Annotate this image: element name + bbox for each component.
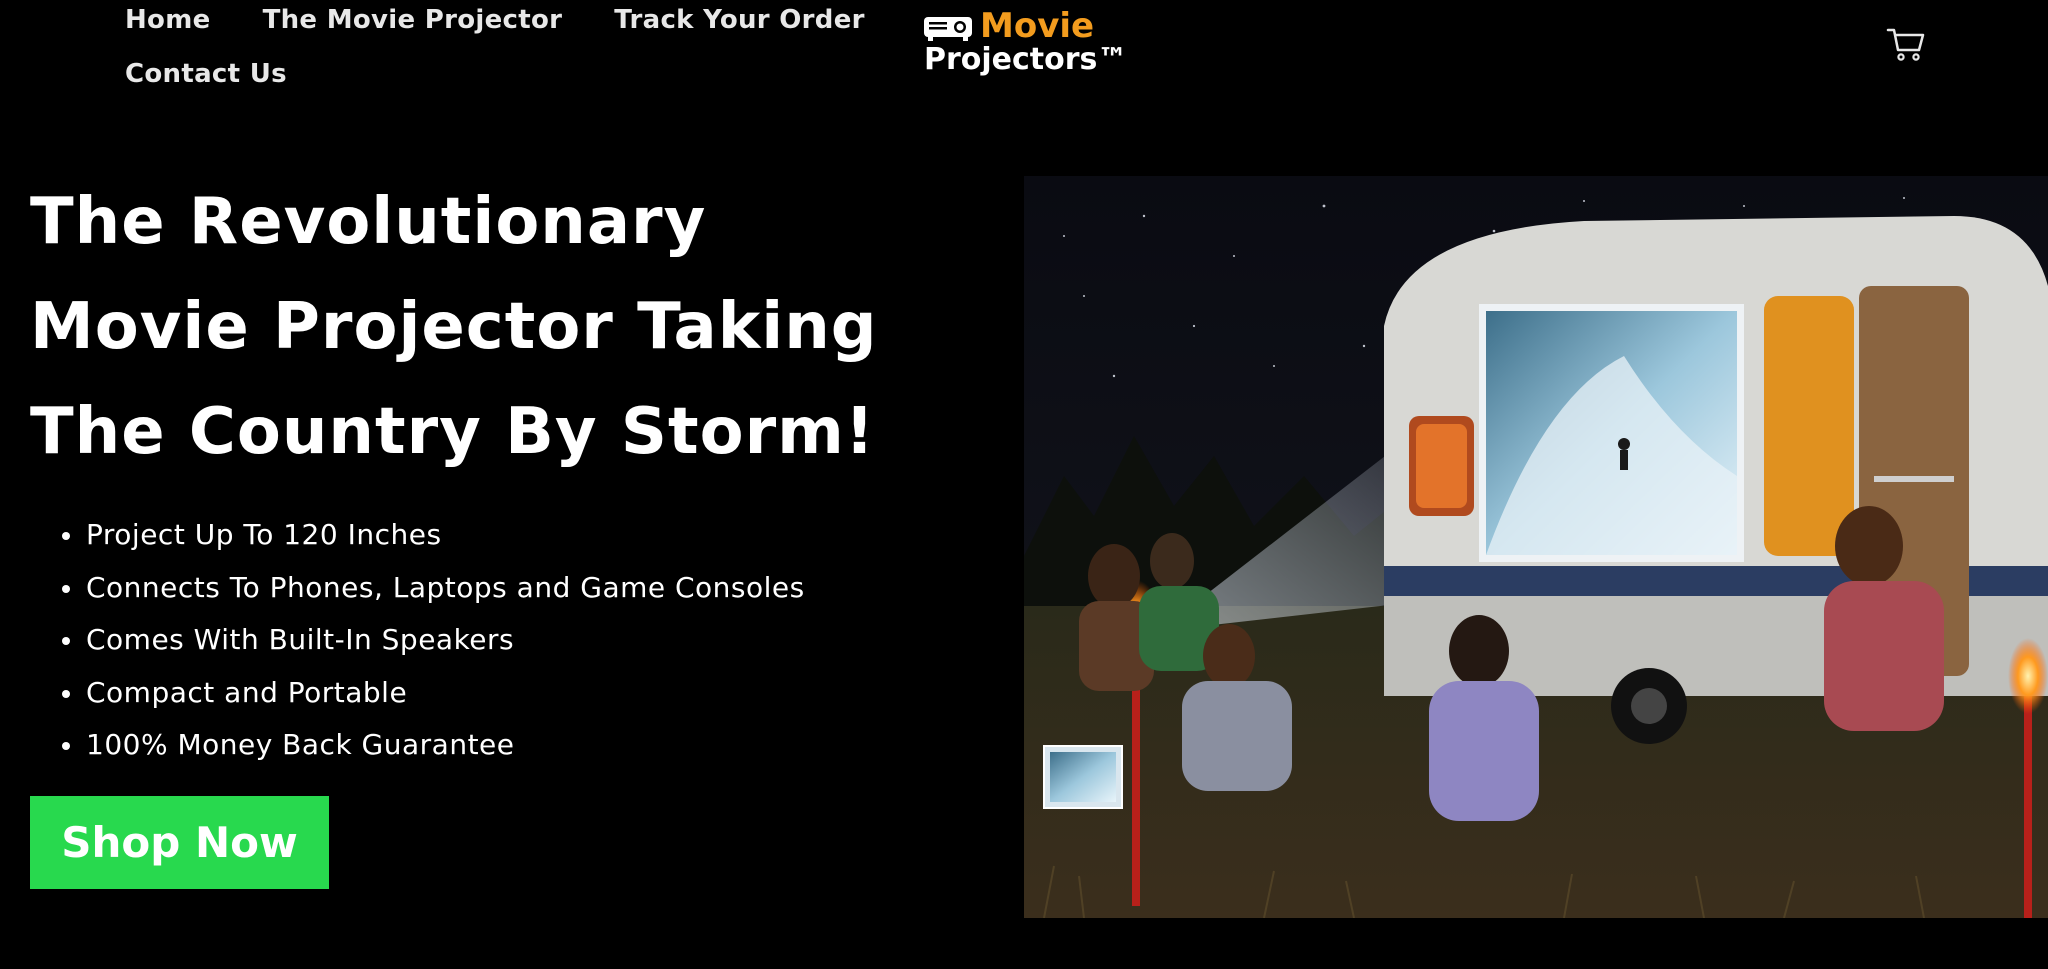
feature-item: Comes With Built-In Speakers: [30, 614, 970, 667]
feature-item: Compact and Portable: [30, 667, 970, 720]
nav-contact-us-link[interactable]: Contact Us: [125, 54, 287, 94]
feature-text: Comes With Built-In Speakers: [86, 623, 515, 656]
bullet-icon: [62, 742, 70, 750]
feature-text: Compact and Portable: [86, 675, 408, 709]
shop-now-button[interactable]: Shop Now: [30, 795, 329, 889]
feature-text: Project Up To 120 Inches: [86, 518, 442, 551]
feature-list: Project Up To 120 Inches Connects To Pho…: [30, 509, 970, 772]
hero-content: The Revolutionary Movie Projector Taking…: [30, 170, 970, 889]
feature-item: 100% Money Back Guarantee: [30, 719, 970, 772]
nav-home-link[interactable]: Home: [125, 0, 211, 40]
nav-movie-projector-link[interactable]: The Movie Projector: [263, 0, 563, 40]
bullet-icon: [62, 689, 70, 698]
bullet-icon: [62, 584, 70, 593]
site-logo[interactable]: Movie Projectors™: [920, 6, 1160, 80]
logo-text-movie: Movie: [980, 6, 1095, 46]
feature-text: 100% Money Back Guarantee: [86, 728, 515, 761]
main-nav: Home The Movie Projector Track Your Orde…: [125, 0, 885, 94]
feature-item: Connects To Phones, Laptops and Game Con…: [30, 562, 970, 615]
nav-track-order-link[interactable]: Track Your Order: [614, 0, 864, 40]
hero-image: [1024, 176, 2048, 918]
outdoor-movie-scene-illustration: [1024, 176, 2048, 918]
feature-text: Connects To Phones, Laptops and Game Con…: [86, 570, 805, 604]
bullet-icon: [62, 637, 70, 645]
hero-title: The Revolutionary Movie Projector Taking…: [30, 185, 878, 469]
cart-icon: [1886, 28, 1925, 61]
feature-item: Project Up To 120 Inches: [30, 509, 970, 562]
cart-button[interactable]: [1886, 24, 1926, 64]
site-header: Home The Movie Projector Track Your Orde…: [0, 0, 2048, 170]
bullet-icon: [62, 532, 70, 540]
logo-text-projectors: Projectors™: [924, 42, 1128, 77]
